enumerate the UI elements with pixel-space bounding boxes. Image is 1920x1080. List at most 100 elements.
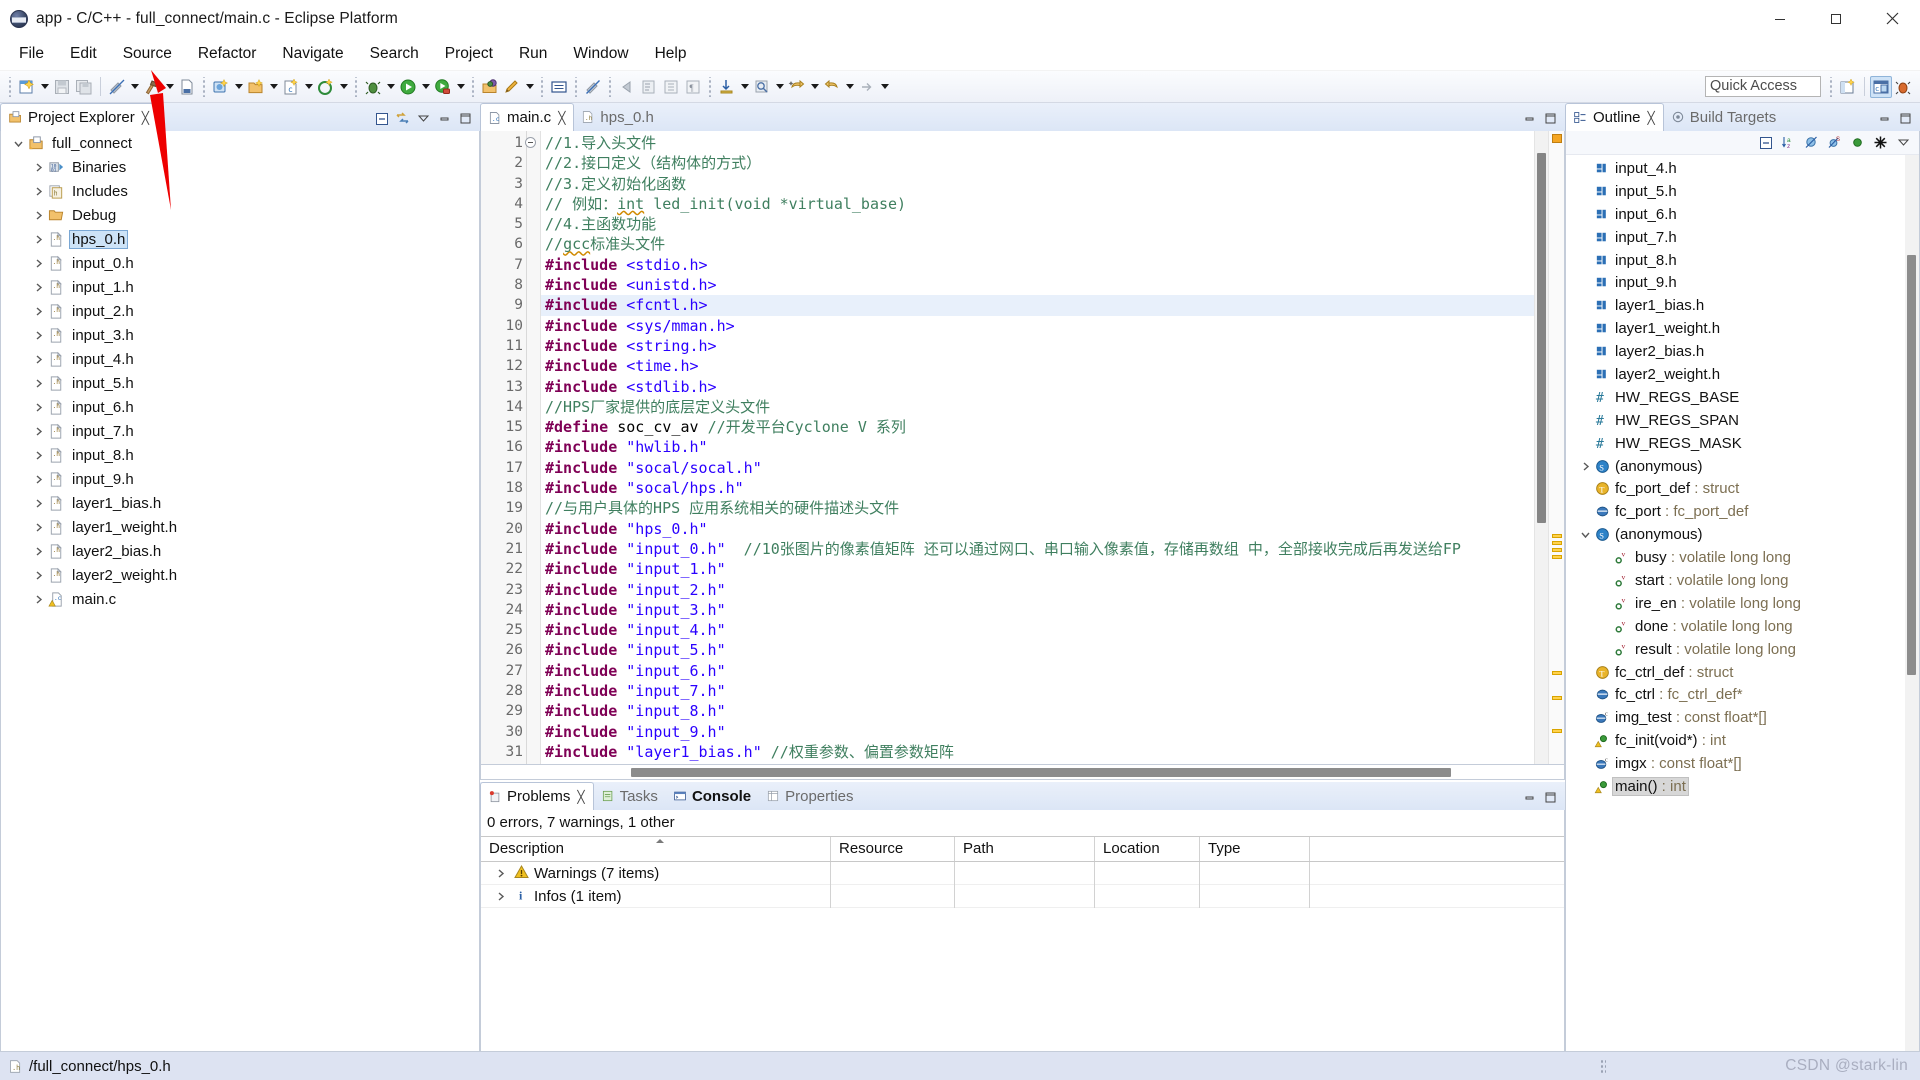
project-tree[interactable]: full_connect1001BinarieshIncludesDebug.h…: [0, 131, 480, 1052]
twisty-collapsed-icon[interactable]: [491, 868, 509, 879]
toolbar-grip-8[interactable]: [707, 77, 713, 97]
git-repo-dropdown[interactable]: [337, 76, 350, 98]
collapse-all-icon[interactable]: [1756, 133, 1775, 152]
code-line[interactable]: #include <stdio.h>: [541, 255, 1534, 275]
code-line[interactable]: #include "layer1_weight.h": [541, 762, 1534, 764]
code-line[interactable]: #include <sys/mman.h>: [541, 316, 1534, 336]
maximize-icon[interactable]: [1896, 109, 1915, 128]
toolbar-grip-3[interactable]: [353, 77, 359, 97]
tree-item-main-c[interactable]: .cmain.c: [1, 587, 479, 611]
tab-problems[interactable]: Problems ╳: [480, 782, 594, 810]
code-line[interactable]: #include "input_1.h": [541, 559, 1534, 579]
run-dropdown[interactable]: [419, 76, 432, 98]
code-line[interactable]: #include "socal/hps.h": [541, 478, 1534, 498]
outline-item--anonymous-[interactable]: S(anonymous): [1566, 523, 1905, 546]
collapse-all-icon[interactable]: [372, 109, 391, 128]
tree-item-binaries[interactable]: 1001Binaries: [1, 155, 479, 179]
twisty-collapsed-icon[interactable]: [1578, 461, 1592, 472]
code-line[interactable]: #define soc_cv_av //开发平台Cyclone V 系列: [541, 417, 1534, 437]
menu-window[interactable]: Window: [560, 41, 641, 67]
outline-item-input-5-h[interactable]: input_5.h: [1566, 180, 1905, 203]
build-hammer-dropdown[interactable]: [163, 76, 176, 98]
tab-build-targets[interactable]: Build Targets: [1664, 103, 1784, 131]
menu-search[interactable]: Search: [357, 41, 432, 67]
sort-icon[interactable]: az: [1779, 133, 1798, 152]
tree-item-full-connect[interactable]: full_connect: [1, 131, 479, 155]
editor-vertical-scrollbar[interactable]: [1534, 131, 1548, 764]
twisty-collapsed-icon[interactable]: [29, 570, 47, 581]
tree-item-input-2-h[interactable]: .hinput_2.h: [1, 299, 479, 323]
new-c-source-icon[interactable]: c: [280, 76, 302, 98]
code-line[interactable]: #include "hwlib.h": [541, 437, 1534, 457]
outline-item-hw-regs-base[interactable]: #HW_REGS_BASE: [1566, 386, 1905, 409]
tree-item-layer1-weight-h[interactable]: .hlayer1_weight.h: [1, 515, 479, 539]
new-c-project-icon[interactable]: [245, 76, 267, 98]
twisty-collapsed-icon[interactable]: [29, 426, 47, 437]
code-line[interactable]: #include <unistd.h>: [541, 275, 1534, 295]
column-description[interactable]: Description: [481, 837, 831, 861]
problems-description-cell[interactable]: iInfos (1 item): [481, 885, 831, 908]
code-line[interactable]: //3.定义初始化函数: [541, 174, 1534, 194]
new-c-project-dropdown[interactable]: [267, 76, 280, 98]
hide-static-icon[interactable]: S: [1825, 133, 1844, 152]
code-line[interactable]: //2.接口定义（结构体的方式）: [541, 153, 1534, 173]
code-line[interactable]: //1.导入头文件: [541, 133, 1534, 153]
twisty-collapsed-icon[interactable]: [29, 402, 47, 413]
twisty-collapsed-icon[interactable]: [29, 450, 47, 461]
editor-horizontal-scrollbar[interactable]: [480, 765, 1565, 780]
outline-item--anonymous-[interactable]: S(anonymous): [1566, 455, 1905, 478]
back-icon[interactable]: [786, 76, 808, 98]
toolbar-grip-2[interactable]: [201, 77, 207, 97]
tree-item-input-7-h[interactable]: .hinput_7.h: [1, 419, 479, 443]
twisty-collapsed-icon[interactable]: [29, 498, 47, 509]
pencil-edit-icon[interactable]: [501, 76, 523, 98]
outline-item-input-4-h[interactable]: input_4.h: [1566, 157, 1905, 180]
outline-item-layer2-bias-h[interactable]: layer2_bias.h: [1566, 340, 1905, 363]
forward-dropdown[interactable]: [843, 76, 856, 98]
menu-navigate[interactable]: Navigate: [269, 41, 356, 67]
code-editor[interactable]: 1234567891011121314151617181920212223242…: [480, 131, 1565, 765]
search-icon[interactable]: [751, 76, 773, 98]
debug-icon[interactable]: [362, 76, 384, 98]
minimize-icon[interactable]: [1520, 788, 1539, 807]
scrollbar-thumb[interactable]: [1537, 153, 1546, 523]
code-line[interactable]: #include "input_8.h": [541, 701, 1534, 721]
last-edit-location-icon[interactable]: [716, 76, 738, 98]
toolbar-grip-5[interactable]: [539, 77, 545, 97]
debug-dropdown[interactable]: [384, 76, 397, 98]
outline-item-layer1-bias-h[interactable]: layer1_bias.h: [1566, 294, 1905, 317]
run-last-tool-icon[interactable]: [432, 76, 454, 98]
outline-item-imgx[interactable]: cimgx : const float*[]: [1566, 752, 1905, 775]
tab-project-explorer[interactable]: Project Explorer ╳: [0, 103, 158, 131]
comment-block-icon[interactable]: [548, 76, 570, 98]
new-cpp-class-icon[interactable]: [210, 76, 232, 98]
tree-item-includes[interactable]: hIncludes: [1, 179, 479, 203]
toolbar-grip-6[interactable]: [573, 77, 579, 97]
folding-column[interactable]: [527, 131, 541, 764]
overview-marker[interactable]: [1552, 134, 1562, 143]
tree-item-hps-0-h[interactable]: .hhps_0.h: [1, 227, 479, 251]
build-all-dropdown[interactable]: [128, 76, 141, 98]
toolbar-grip[interactable]: [7, 77, 13, 97]
search-dropdown[interactable]: [773, 76, 786, 98]
new-wizard-icon[interactable]: [16, 76, 38, 98]
code-text-area[interactable]: //1.导入头文件//2.接口定义（结构体的方式）//3.定义初始化函数// 例…: [541, 131, 1534, 764]
hide-fields-icon[interactable]: [1802, 133, 1821, 152]
debug-perspective-icon[interactable]: [1892, 76, 1914, 98]
code-line[interactable]: #include <string.h>: [541, 336, 1534, 356]
menu-help[interactable]: Help: [642, 41, 700, 67]
menu-refactor[interactable]: Refactor: [185, 41, 270, 67]
close-button[interactable]: [1864, 0, 1920, 37]
twisty-collapsed-icon[interactable]: [29, 522, 47, 533]
maximize-icon[interactable]: [1541, 788, 1560, 807]
overview-marker[interactable]: [1552, 541, 1562, 545]
tree-item-input-4-h[interactable]: .hinput_4.h: [1, 347, 479, 371]
toolbar-grip-7[interactable]: [607, 77, 613, 97]
new-wizard-dropdown[interactable]: [38, 76, 51, 98]
problems-row[interactable]: Warnings (7 items): [481, 862, 1564, 885]
twisty-collapsed-icon[interactable]: [29, 330, 47, 341]
tree-item-input-3-h[interactable]: .hinput_3.h: [1, 323, 479, 347]
tree-item-input-6-h[interactable]: .hinput_6.h: [1, 395, 479, 419]
twisty-collapsed-icon[interactable]: [29, 594, 47, 605]
overview-ruler[interactable]: [1548, 131, 1564, 764]
